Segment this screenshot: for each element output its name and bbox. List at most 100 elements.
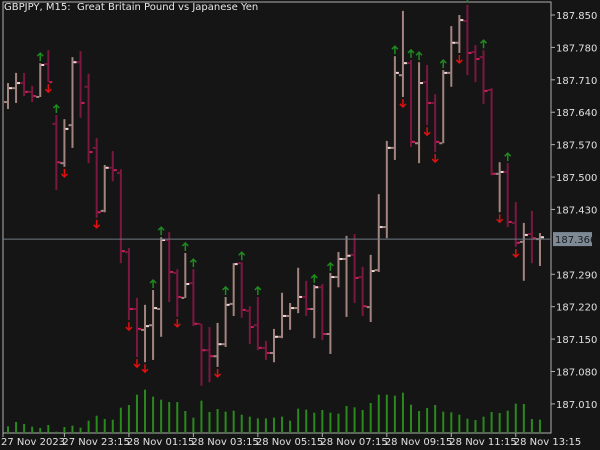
ohlc-bar [36, 63, 45, 98]
bar-range [401, 10, 404, 97]
bar-close-tick [81, 101, 85, 104]
volume-bar [111, 419, 114, 433]
ohlc-bar [229, 263, 238, 316]
bar-close-tick [363, 305, 367, 308]
bar-range [522, 222, 525, 281]
bar-close-tick [291, 307, 295, 310]
ohlc-bar [165, 232, 174, 303]
volume-bar [200, 400, 203, 433]
volume-bar [369, 403, 372, 433]
down-arrow-icon [496, 214, 504, 224]
bar-close-tick [178, 295, 182, 298]
x-tick-label: 28 Nov 07:15 [320, 437, 387, 448]
price-chart[interactable]: 187.850 187.780 187.710 187.640 187.570 187.5… [0, 0, 600, 450]
ohlc-bar [60, 119, 69, 167]
bar-range [530, 210, 533, 264]
x-tick-label: 27 Nov 23:15 [62, 437, 129, 448]
bar-range [47, 50, 50, 83]
bar-range [482, 50, 485, 104]
volume-bar [385, 394, 388, 433]
bar-open-tick [44, 63, 48, 66]
bar-close-tick [154, 307, 158, 310]
ohlc-bar [407, 59, 415, 147]
bar-close-tick [9, 87, 12, 90]
ohlc-bar [471, 45, 480, 83]
bar-close-tick [137, 327, 141, 330]
ohlc-bar [141, 304, 150, 363]
bar-open-tick [398, 74, 402, 77]
bar-close-tick [283, 314, 287, 317]
bar-close-tick [210, 355, 214, 358]
bar-range [168, 232, 171, 303]
bar-close-tick [186, 283, 190, 286]
volume-bar [377, 394, 380, 433]
ohlc-bar [12, 72, 21, 103]
bar-close-tick [226, 303, 230, 306]
bar-open-tick [221, 343, 225, 346]
bar-range [410, 59, 412, 147]
bar-open-tick [350, 253, 354, 256]
bar-range [321, 284, 324, 341]
ohlc-bar [358, 266, 367, 316]
ohlc-bar [431, 94, 440, 153]
x-tick-label: 27 Nov 2023 [1, 437, 65, 448]
y-tick-label: 187.500 [556, 173, 597, 184]
ohlc-bar [382, 140, 391, 239]
volume-bar [184, 411, 187, 433]
bar-range [450, 26, 453, 87]
ohlc-bar [261, 340, 270, 360]
bar-close-tick [436, 140, 440, 143]
bar-close-tick [420, 82, 424, 85]
bar-range [256, 296, 259, 351]
ohlc-bar [108, 151, 117, 182]
volume-bar [289, 420, 292, 433]
bar-close-tick [242, 308, 246, 311]
bar-range [15, 72, 18, 103]
y-tick-label: 187.080 [556, 368, 597, 379]
bar-close-tick [428, 101, 432, 104]
down-arrow-icon [512, 248, 520, 259]
ohlc-bar [535, 233, 544, 266]
ohlc-bar [205, 327, 214, 383]
volume-bar [208, 412, 211, 433]
bar-open-tick [84, 85, 88, 88]
volume-bar [522, 404, 525, 433]
x-tick-label: 28 Nov 01:15 [127, 437, 194, 448]
ohlc-bar [398, 10, 407, 97]
bar-open-tick [495, 172, 499, 175]
y-tick-label: 187.850 [556, 11, 597, 22]
bar-range [490, 88, 493, 176]
down-arrow-icon [141, 364, 149, 374]
up-arrow-icon [238, 251, 246, 261]
bar-range [184, 252, 187, 298]
ohlc-bar [439, 70, 448, 145]
bar-close-tick [234, 263, 238, 266]
bar-close-tick [412, 140, 415, 143]
volume-bar [47, 425, 50, 433]
bar-range [216, 322, 219, 367]
bar-close-tick [41, 64, 45, 67]
bar-close-tick [524, 233, 528, 236]
bar-close-tick [379, 226, 383, 229]
bar-close-tick [299, 295, 303, 298]
down-arrow-icon [125, 322, 133, 332]
ohlc-bar [342, 235, 351, 317]
volume-bar [329, 412, 332, 433]
down-arrow-icon [214, 368, 222, 378]
bar-open-tick [141, 328, 145, 331]
bar-close-tick [307, 308, 311, 311]
volume-bar [345, 406, 348, 433]
current-price-label: 187.366 [555, 235, 596, 246]
bar-range [192, 269, 195, 327]
bar-open-tick [124, 251, 128, 254]
ohlc-bar [302, 280, 311, 316]
bar-range [79, 51, 82, 118]
bar-open-tick [20, 82, 24, 85]
bar-open-tick [302, 295, 306, 298]
bar-close-tick [500, 170, 504, 173]
bar-open-tick [278, 335, 282, 338]
x-tick-label: 28 Nov 13:15 [514, 437, 581, 448]
volume-bar [410, 404, 412, 433]
bar-range [506, 163, 509, 228]
ohlc-bar [181, 252, 190, 299]
